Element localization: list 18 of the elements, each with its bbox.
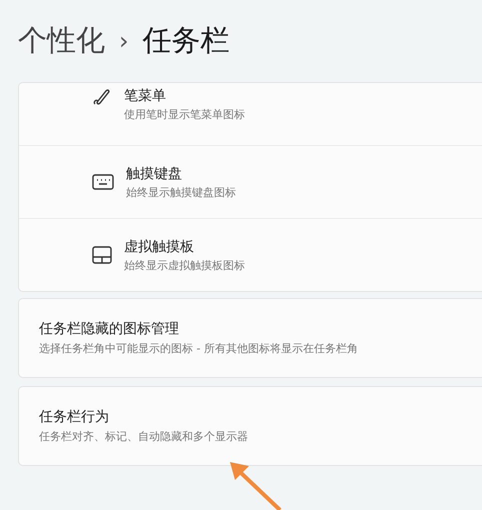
breadcrumb-separator: › bbox=[119, 27, 129, 55]
page-title: 任务栏 bbox=[142, 22, 230, 59]
keyboard-icon bbox=[92, 174, 114, 190]
setting-title: 笔菜单 bbox=[124, 87, 167, 105]
settings-section[interactable]: 任务栏隐藏的图标管理 选择任务栏角中可能显示的图标 - 所有其他图标将显示在任务栏角 bbox=[18, 298, 482, 378]
section-description: 任务栏对齐、标记、自动隐藏和多个显示器 bbox=[39, 429, 249, 444]
section-description: 选择任务栏角中可能显示的图标 - 所有其他图标将显示在任务栏角 bbox=[39, 341, 359, 356]
setting-title: 触摸键盘 bbox=[126, 164, 183, 182]
setting-description: 始终显示触摸键盘图标 bbox=[126, 184, 236, 200]
setting-description: 始终显示虚拟触摸板图标 bbox=[124, 258, 245, 272]
breadcrumb-parent[interactable]: 个性化 bbox=[18, 21, 105, 61]
pen-icon bbox=[92, 87, 112, 107]
setting-description: 使用笔时显示笔菜单图标 bbox=[124, 107, 245, 122]
setting-title: 虚拟触摸板 bbox=[124, 238, 195, 256]
settings-section[interactable]: 任务栏行为 任务栏对齐、标记、自动隐藏和多个显示器 bbox=[18, 386, 482, 466]
section-title: 任务栏行为 bbox=[39, 408, 110, 426]
section-title: 任务栏隐藏的图标管理 bbox=[39, 320, 180, 338]
touchpad-icon bbox=[92, 246, 112, 264]
